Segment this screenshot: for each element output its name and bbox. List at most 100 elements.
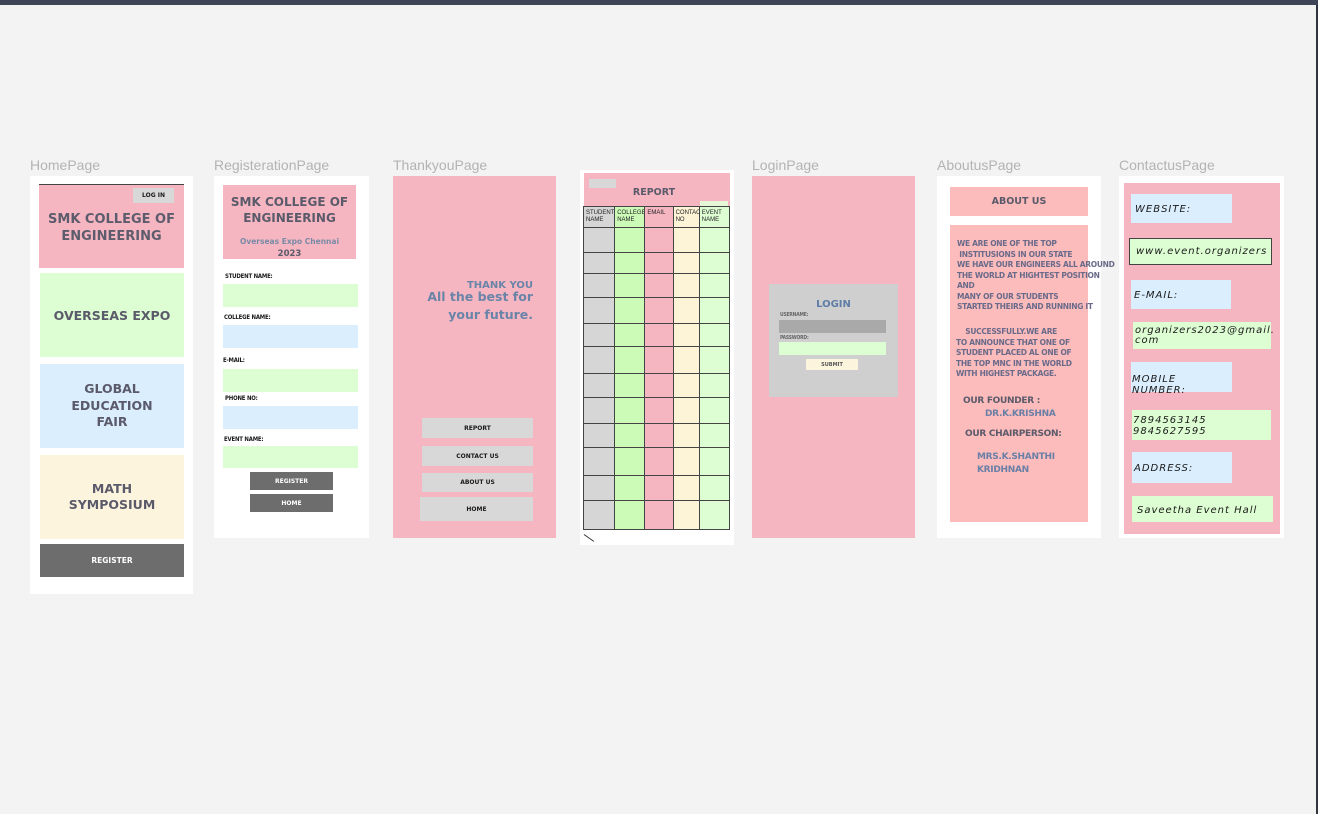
website-label: WEBSITE:: [1135, 204, 1192, 215]
report-row: [582, 297, 731, 324]
contact-us-button[interactable]: CONTACT US: [422, 446, 533, 466]
mobile-label-box: MOBILE NUMBER:: [1131, 362, 1232, 396]
report-cell: [698, 447, 731, 477]
report-cell: [614, 345, 646, 374]
student-name-label: STUDENT NAME:: [225, 273, 273, 280]
card-global-education-fair[interactable]: GLOBAL EDUCATION FAIR: [40, 364, 184, 448]
report-cell: [614, 297, 646, 324]
report-cell: [698, 226, 731, 253]
registration-header: SMK COLLEGE OF ENGINEERING Overseas Expo…: [223, 185, 356, 259]
email-value-box: organizers2023@gmail. com: [1133, 322, 1274, 349]
frame-label-about: AboutusPage: [937, 157, 1022, 173]
report-cell: [582, 447, 616, 477]
about-paragraph-2: SUCCESSFULLY.WE ARE TO ANNOUNCE THAT ONE…: [956, 327, 1072, 378]
report-cell: [672, 499, 700, 531]
report-header-cell: STUDENT NAME: [582, 206, 616, 228]
username-label: USERNAME:: [780, 312, 809, 318]
report-cell: [644, 447, 674, 477]
report-cell: [582, 423, 616, 449]
thankyou-message: All the best for your future.: [427, 289, 533, 322]
report-table: STUDENT NAME COLLEGE NAME EMAIL CONTAC NO EV…: [582, 206, 731, 531]
username-input[interactable]: [779, 320, 886, 333]
registration-page-frame: SMK COLLEGE OF ENGINEERING Overseas Expo…: [214, 176, 369, 538]
mobile-value: 7894563145 9845627595: [1133, 415, 1207, 437]
home-button[interactable]: HOME: [250, 494, 333, 512]
frame-label-register: RegisterationPage: [214, 157, 330, 173]
report-row: [582, 499, 731, 531]
email-value: organizers2023@gmail. com: [1135, 325, 1275, 346]
report-cell: [672, 397, 700, 425]
resize-mark: [583, 534, 595, 542]
report-cell: [582, 251, 616, 275]
report-cell: [582, 397, 616, 425]
report-header-cell: COLLEGE NAME: [614, 206, 646, 228]
chairperson-name: MRS.K.SHANTHI KRIDHNAN: [977, 452, 1055, 475]
event-name-input[interactable]: [223, 446, 358, 468]
college-name-label: COLLEGE NAME:: [224, 314, 271, 321]
about-content: WE ARE ONE OF THE TOP INSTITUSIONS IN OU…: [950, 225, 1115, 522]
report-cell: [644, 345, 674, 374]
report-cell: [644, 251, 674, 275]
report-button[interactable]: REPORT: [422, 418, 533, 438]
report-cell: [698, 322, 731, 347]
chairperson-label: OUR CHAIRPERSON:: [965, 429, 1062, 439]
submit-register-button[interactable]: REGISTER: [250, 472, 333, 490]
report-cell: [614, 372, 646, 399]
college-title: SMK COLLEGE OF ENGINEERING: [48, 212, 175, 244]
login-title: LOGIN: [816, 298, 851, 310]
event-year: 2023: [277, 249, 302, 259]
report-cell: [672, 297, 700, 324]
report-cell: [614, 273, 646, 299]
card-overseas-expo[interactable]: OVERSEAS EXPO: [40, 273, 184, 357]
report-cell: [644, 297, 674, 324]
report-cell: [698, 372, 731, 399]
report-row: [582, 226, 731, 253]
report-cell: [672, 226, 700, 253]
address-label-box: ADDRESS:: [1132, 452, 1232, 483]
report-cell: [698, 345, 731, 374]
report-cell: [582, 372, 616, 399]
register-button[interactable]: REGISTER: [40, 544, 184, 577]
website-value-box: www.event.organizers: [1129, 238, 1272, 265]
card-math-symposium[interactable]: MATH SYMPOSIUM: [40, 455, 184, 539]
report-title: REPORT: [632, 186, 676, 198]
report-cell: [614, 499, 646, 531]
report-cell: [644, 372, 674, 399]
report-row: [582, 322, 731, 347]
about-title: ABOUT US: [950, 187, 1088, 216]
email-label: E-MAIL:: [223, 357, 245, 364]
about-paragraph-1: WE ARE ONE OF THE TOP INSTITUSIONS IN OU…: [957, 239, 1115, 311]
login-button[interactable]: LOG IN: [133, 188, 174, 203]
college-name-input[interactable]: [223, 325, 358, 348]
college-title: SMK COLLEGE OF ENGINEERING: [230, 195, 349, 225]
report-cell: [614, 397, 646, 425]
report-row: [582, 475, 731, 501]
report-cell: [582, 273, 616, 299]
submit-button[interactable]: SUBMIT: [806, 359, 858, 370]
report-cell: [644, 423, 674, 449]
report-cell: [644, 397, 674, 425]
frame-label-home: HomePage: [30, 157, 101, 173]
email-input[interactable]: [223, 369, 358, 392]
thankyou-page-frame: THANK YOU All the best for your future. …: [393, 176, 556, 538]
mobile-value-box: 7894563145 9845627595: [1132, 410, 1271, 440]
phone-input[interactable]: [223, 406, 358, 429]
report-cell: [614, 251, 646, 275]
report-cell: [698, 297, 731, 324]
password-label: PASSWORD:: [780, 335, 809, 341]
address-value-box: Saveetha Event Hall: [1132, 496, 1273, 522]
report-cell: [582, 499, 616, 531]
report-header-cell: CONTAC NO: [672, 206, 700, 228]
about-us-button[interactable]: ABOUT US: [422, 473, 533, 492]
password-input[interactable]: [779, 342, 886, 355]
home-button[interactable]: HOME: [420, 497, 533, 521]
contactus-page-frame: WEBSITE: www.event.organizers E-MAIL: or…: [1119, 176, 1284, 538]
report-cell: [614, 322, 646, 347]
report-cell: [644, 475, 674, 501]
report-cell: [582, 226, 616, 253]
login-card: LOGIN USERNAME: PASSWORD: SUBMIT: [769, 284, 898, 397]
frame-label-contact: ContactusPage: [1119, 157, 1215, 173]
report-cell: [698, 423, 731, 449]
student-name-input[interactable]: [223, 284, 358, 307]
report-row: [582, 345, 731, 374]
